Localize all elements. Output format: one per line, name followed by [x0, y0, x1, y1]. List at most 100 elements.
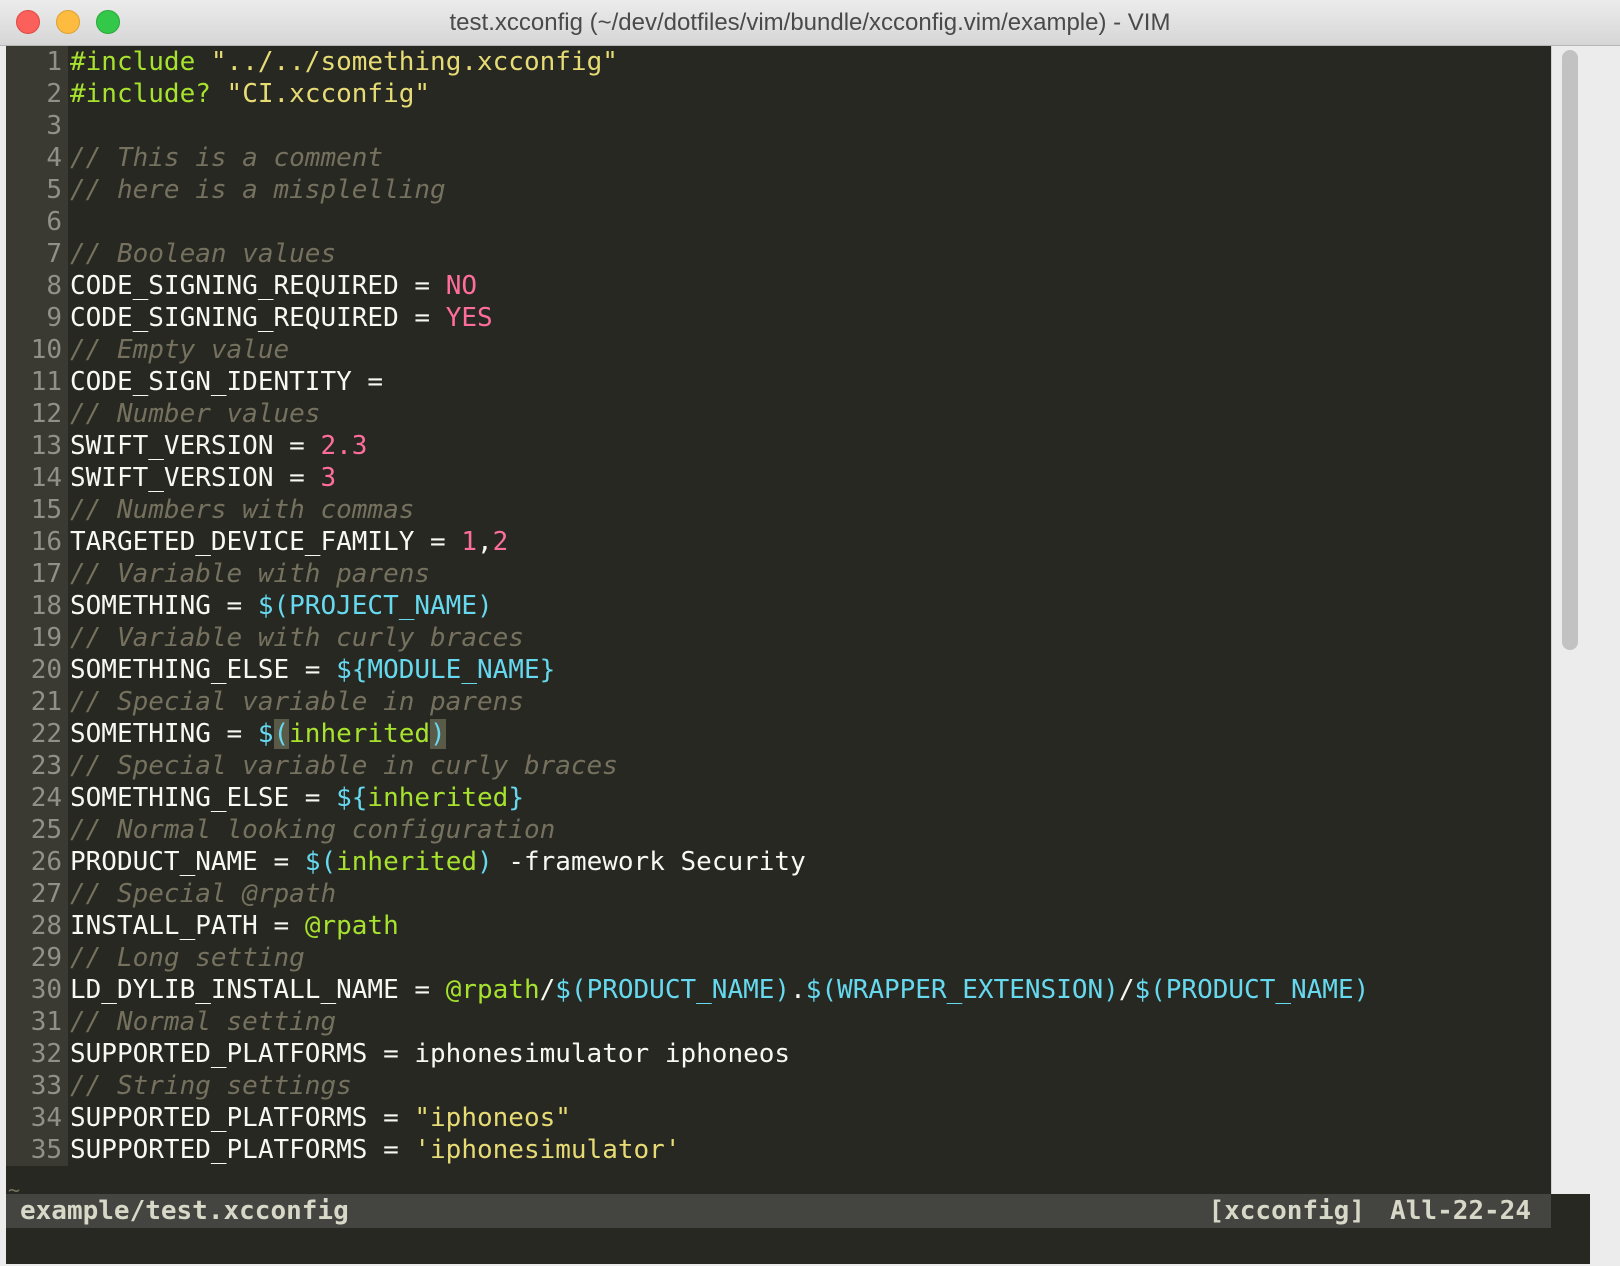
code-token: 1 — [461, 527, 477, 557]
code-token: , — [477, 527, 493, 557]
code-line[interactable]: 24 SOMETHING_ELSE = ${inherited} — [6, 782, 1590, 814]
line-content[interactable]: TARGETED_DEVICE_FAMILY = 1,2 — [68, 526, 508, 558]
code-line[interactable]: 30 LD_DYLIB_INSTALL_NAME = @rpath/$(PRODU… — [6, 974, 1590, 1006]
line-content[interactable]: // Special variable in curly braces — [68, 750, 618, 782]
line-number: 27 — [6, 878, 68, 910]
code-line[interactable]: 5// here is a misplelling — [6, 174, 1590, 206]
line-content[interactable]: #include? "CI.xcconfig" — [68, 78, 430, 110]
code-token: SOMETHING = — [70, 719, 258, 749]
line-content[interactable]: // Special @rpath — [68, 878, 336, 910]
vim-window: test.xcconfig (~/dev/dotfiles/vim/bundle… — [0, 0, 1620, 1266]
code-token: SUPPORTED_PLATFORMS = iphonesimulator ip… — [70, 1039, 791, 1069]
code-line[interactable]: 10// Empty value — [6, 334, 1590, 366]
line-content[interactable]: PRODUCT_NAME = $(inherited) -framework S… — [68, 846, 806, 878]
code-line[interactable]: 26 PRODUCT_NAME = $(inherited) -framework… — [6, 846, 1590, 878]
code-line[interactable]: 8 CODE_SIGNING_REQUIRED = NO — [6, 270, 1590, 302]
code-token: / — [1118, 975, 1135, 1005]
line-content[interactable]: CODE_SIGNING_REQUIRED = YES — [68, 302, 493, 334]
code-line[interactable]: 16 TARGETED_DEVICE_FAMILY = 1,2 — [6, 526, 1590, 558]
code-line[interactable]: 13 SWIFT_VERSION = 2.3 — [6, 430, 1590, 462]
line-content[interactable]: LD_DYLIB_INSTALL_NAME = @rpath/$(PRODUCT… — [68, 974, 1369, 1006]
code-line[interactable]: 9 CODE_SIGNING_REQUIRED = YES — [6, 302, 1590, 334]
code-line[interactable]: 7// Boolean values — [6, 238, 1590, 270]
line-content[interactable]: // Long setting — [68, 942, 305, 974]
code-line[interactable]: 11 CODE_SIGN_IDENTITY = — [6, 366, 1590, 398]
code-buffer[interactable]: 1 #include "../../something.xcconfig" 2 #in… — [6, 46, 1590, 1166]
code-token: SOMETHING_ELSE = — [70, 655, 337, 685]
line-content[interactable]: SUPPORTED_PLATFORMS = "iphoneos" — [68, 1102, 571, 1134]
line-content[interactable]: // Empty value — [68, 334, 289, 366]
code-line[interactable]: 32 SUPPORTED_PLATFORMS = iphonesimulator … — [6, 1038, 1590, 1070]
code-line[interactable]: 1 #include "../../something.xcconfig" — [6, 46, 1590, 78]
line-content[interactable]: // here is a misplelling — [68, 174, 446, 206]
code-line[interactable]: 35 SUPPORTED_PLATFORMS = 'iphonesimulator… — [6, 1134, 1590, 1166]
code-line[interactable]: 12// Number values — [6, 398, 1590, 430]
line-content[interactable]: INSTALL_PATH = @rpath — [68, 910, 399, 942]
status-position: All-22-24 — [1390, 1196, 1531, 1226]
line-number: 5 — [6, 174, 68, 206]
code-token: PRODUCT_NAME = — [70, 847, 305, 877]
line-content[interactable]: SOMETHING = $(PROJECT_NAME) — [68, 590, 493, 622]
line-number: 19 — [6, 622, 68, 654]
code-line[interactable]: 31// Normal setting — [6, 1006, 1590, 1038]
line-content[interactable]: // Numbers with commas — [68, 494, 414, 526]
code-line[interactable]: 21// Special variable in parens — [6, 686, 1590, 718]
code-line[interactable]: 29// Long setting — [6, 942, 1590, 974]
line-content[interactable]: // Number values — [68, 398, 320, 430]
code-token: TARGETED_DEVICE_FAMILY = — [70, 527, 462, 557]
code-line[interactable]: 6 — [6, 206, 1590, 238]
code-token: ${ — [336, 783, 368, 813]
line-content[interactable]: SWIFT_VERSION = 3 — [68, 462, 336, 494]
line-content[interactable]: #include "../../something.xcconfig" — [68, 46, 618, 78]
line-content[interactable]: // Boolean values — [68, 238, 336, 270]
line-content[interactable]: CODE_SIGNING_REQUIRED = NO — [68, 270, 477, 302]
code-token: inherited — [289, 719, 431, 749]
code-line[interactable]: 14 SWIFT_VERSION = 3 — [6, 462, 1590, 494]
code-line[interactable]: 28 INSTALL_PATH = @rpath — [6, 910, 1590, 942]
code-line[interactable]: 25// Normal looking configuration — [6, 814, 1590, 846]
code-token: ) — [430, 719, 446, 749]
line-content[interactable]: SUPPORTED_PLATFORMS = 'iphonesimulator' — [68, 1134, 680, 1166]
line-content[interactable]: // Special variable in parens — [68, 686, 524, 718]
code-line[interactable]: 4// This is a comment — [6, 142, 1590, 174]
line-content[interactable]: SOMETHING = $(inherited) — [68, 718, 446, 750]
code-line[interactable]: 15// Numbers with commas — [6, 494, 1590, 526]
code-token: // Special @rpath — [70, 879, 337, 909]
line-content[interactable]: // Normal looking configuration — [68, 814, 555, 846]
code-token: 'iphonesimulator' — [414, 1135, 681, 1165]
vertical-scrollbar[interactable] — [1551, 46, 1590, 1194]
command-line[interactable] — [6, 1228, 1590, 1264]
scrollbar-thumb[interactable] — [1562, 50, 1578, 650]
line-number: 11 — [6, 366, 68, 398]
line-content[interactable]: SOMETHING_ELSE = ${inherited} — [68, 782, 524, 814]
code-line[interactable]: 23// Special variable in curly braces — [6, 750, 1590, 782]
editor-area[interactable]: 1 #include "../../something.xcconfig" 2 #in… — [6, 46, 1590, 1264]
line-content[interactable]: SOMETHING_ELSE = ${MODULE_NAME} — [68, 654, 555, 686]
code-line[interactable]: 17// Variable with parens — [6, 558, 1590, 590]
line-content[interactable]: // Normal setting — [68, 1006, 336, 1038]
code-line[interactable]: 20 SOMETHING_ELSE = ${MODULE_NAME} — [6, 654, 1590, 686]
code-token: // Number values — [70, 399, 321, 429]
line-content[interactable]: // String settings — [68, 1070, 352, 1102]
code-token: YES — [445, 303, 493, 333]
line-content[interactable]: SUPPORTED_PLATFORMS = iphonesimulator ip… — [68, 1038, 790, 1070]
code-line[interactable]: 22 SOMETHING = $(inherited) — [6, 718, 1590, 750]
code-token: @rpath — [445, 975, 540, 1005]
code-token: SOMETHING_ELSE = — [70, 783, 337, 813]
code-line[interactable]: 33// String settings — [6, 1070, 1590, 1102]
line-content[interactable]: // Variable with curly braces — [68, 622, 524, 654]
line-content[interactable]: // Variable with parens — [68, 558, 430, 590]
code-token: $ — [257, 719, 274, 749]
code-line[interactable]: 27// Special @rpath — [6, 878, 1590, 910]
code-token: 2 — [492, 527, 509, 557]
line-content[interactable]: // This is a comment — [68, 142, 383, 174]
code-line[interactable]: 19// Variable with curly braces — [6, 622, 1590, 654]
line-number: 7 — [6, 238, 68, 270]
code-line[interactable]: 3 — [6, 110, 1590, 142]
code-line[interactable]: 2 #include? "CI.xcconfig" — [6, 78, 1590, 110]
line-content[interactable]: SWIFT_VERSION = 2.3 — [68, 430, 367, 462]
line-content[interactable]: CODE_SIGN_IDENTITY = — [68, 366, 383, 398]
code-line[interactable]: 18 SOMETHING = $(PROJECT_NAME) — [6, 590, 1590, 622]
code-token: CODE_SIGN_IDENTITY = — [70, 367, 384, 397]
code-line[interactable]: 34 SUPPORTED_PLATFORMS = "iphoneos" — [6, 1102, 1590, 1134]
